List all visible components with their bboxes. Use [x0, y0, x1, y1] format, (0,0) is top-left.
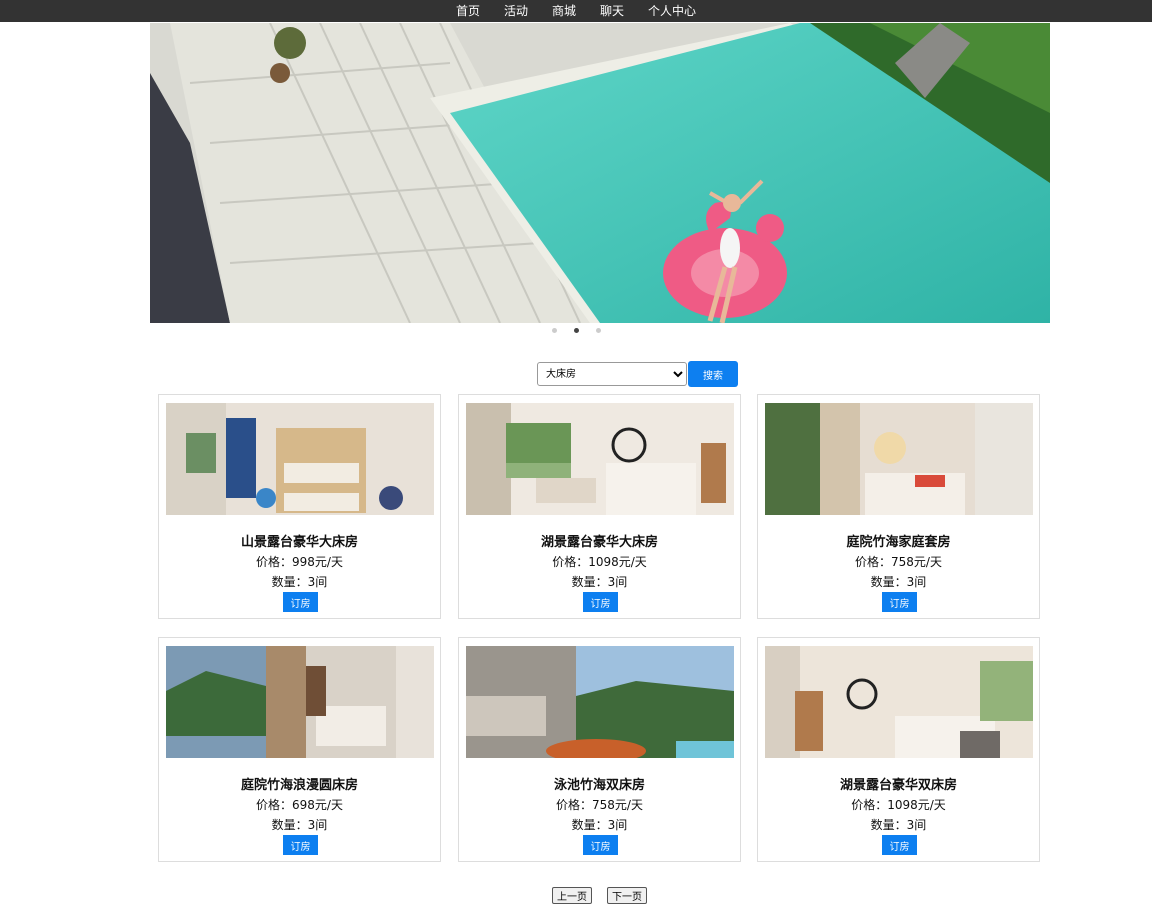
room-name: 湖景露台豪华双床房: [839, 778, 957, 793]
room-card: 湖景露台豪华双床房 价格：1098元/天 数量：3间 订房: [757, 637, 1040, 862]
book-room-button[interactable]: 订房: [882, 592, 917, 612]
room-card: 庭院竹海家庭套房 价格：758元/天 数量：3间 订房: [757, 394, 1040, 619]
room-search-bar: 大床房 搜索: [537, 361, 738, 387]
room-name: 山景露台豪华大床房: [240, 535, 358, 550]
room-name: 湖景露台豪华大床房: [540, 535, 658, 550]
nav-item-home[interactable]: 首页: [444, 0, 492, 22]
room-price: 价格：698元/天: [256, 798, 343, 812]
room-type-select[interactable]: 大床房: [537, 362, 687, 386]
room-price: 价格：998元/天: [256, 555, 343, 569]
next-page-button[interactable]: 下一页: [607, 887, 647, 904]
carousel-indicators: [0, 328, 1152, 333]
book-room-button[interactable]: 订房: [283, 835, 318, 855]
top-nav: 首页 活动 商城 聊天 个人中心: [0, 0, 1152, 22]
carousel-dot-2[interactable]: [573, 328, 579, 333]
room-price: 价格：758元/天: [556, 798, 643, 812]
book-room-button[interactable]: 订房: [882, 835, 917, 855]
room-quantity: 数量：3间: [571, 575, 628, 589]
room-card: 庭院竹海浪漫圆床房 价格：698元/天 数量：3间 订房: [158, 637, 441, 862]
room-price: 价格：758元/天: [855, 555, 942, 569]
room-photo: [166, 646, 434, 758]
room-photo: [166, 403, 434, 515]
pagination: 上一页 下一页: [552, 887, 647, 904]
room-photo: [765, 646, 1033, 758]
nav-item-chat[interactable]: 聊天: [588, 0, 636, 22]
room-card: 湖景露台豪华大床房 价格：1098元/天 数量：3间 订房: [458, 394, 741, 619]
carousel-banner-image: [150, 23, 1050, 323]
room-quantity: 数量：3间: [571, 818, 628, 832]
room-quantity: 数量：3间: [271, 575, 328, 589]
book-room-button[interactable]: 订房: [283, 592, 318, 612]
book-room-button[interactable]: 订房: [583, 835, 618, 855]
nav-item-activities[interactable]: 活动: [492, 0, 540, 22]
nav-item-mall[interactable]: 商城: [540, 0, 588, 22]
room-name: 庭院竹海家庭套房: [846, 535, 951, 550]
room-photo: [466, 646, 734, 758]
carousel-dot-3[interactable]: [595, 328, 601, 333]
room-card: 泳池竹海双床房 价格：758元/天 数量：3间 订房: [458, 637, 741, 862]
search-button[interactable]: 搜索: [688, 361, 738, 387]
room-quantity: 数量：3间: [870, 818, 927, 832]
prev-page-button[interactable]: 上一页: [552, 887, 592, 904]
room-quantity: 数量：3间: [870, 575, 927, 589]
carousel-dot-1[interactable]: [551, 328, 557, 333]
room-quantity: 数量：3间: [271, 818, 328, 832]
book-room-button[interactable]: 订房: [583, 592, 618, 612]
room-name: 泳池竹海双床房: [553, 778, 645, 793]
nav-item-profile[interactable]: 个人中心: [636, 0, 708, 22]
room-price: 价格：1098元/天: [851, 798, 946, 812]
room-photo: [466, 403, 734, 515]
room-name: 庭院竹海浪漫圆床房: [240, 778, 358, 793]
room-photo: [765, 403, 1033, 515]
room-price: 价格：1098元/天: [552, 555, 647, 569]
room-card: 山景露台豪华大床房 价格：998元/天 数量：3间 订房: [158, 394, 441, 619]
